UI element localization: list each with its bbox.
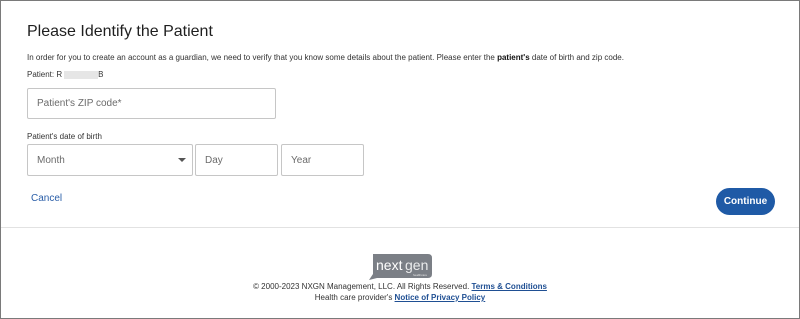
month-select[interactable]: Month xyxy=(27,144,193,176)
intro-text-start: In order for you to create an account as… xyxy=(27,53,498,62)
patient-name-end: B xyxy=(98,70,104,79)
privacy-line: Health care provider's Notice of Privacy… xyxy=(1,293,799,302)
day-field[interactable]: Day xyxy=(195,144,278,176)
logo-text-next: next xyxy=(376,257,403,273)
zip-code-placeholder: Patient's ZIP code* xyxy=(37,98,122,109)
terms-link[interactable]: Terms & Conditions xyxy=(472,282,547,291)
continue-button[interactable]: Continue xyxy=(716,188,775,215)
logo-subtext: healthcare xyxy=(413,273,427,277)
intro-text: In order for you to create an account as… xyxy=(27,53,624,62)
copyright-text: © 2000-2023 NXGN Management, LLC. All Ri… xyxy=(253,282,472,291)
redacted-name-block xyxy=(64,70,99,79)
month-placeholder: Month xyxy=(37,154,65,166)
copyright-line: © 2000-2023 NXGN Management, LLC. All Ri… xyxy=(1,282,799,291)
privacy-link[interactable]: Notice of Privacy Policy xyxy=(395,293,486,302)
day-placeholder: Day xyxy=(205,154,223,166)
year-field[interactable]: Year xyxy=(281,144,364,176)
dob-label: Patient's date of birth xyxy=(27,132,102,141)
logo-text-gen: gen xyxy=(405,257,428,273)
patient-name-start: R xyxy=(56,70,63,79)
nextgen-logo: next gen healthcare xyxy=(369,254,432,280)
provider-prefix: Health care provider's xyxy=(314,293,395,302)
chevron-down-icon xyxy=(178,158,186,162)
intro-text-end: date of birth and zip code. xyxy=(529,53,624,62)
patient-label: Patient: xyxy=(27,70,57,79)
intro-text-bold: patient's xyxy=(497,53,530,62)
patient-line: Patient: R B xyxy=(27,70,103,79)
zip-code-field[interactable]: Patient's ZIP code* xyxy=(27,88,276,119)
footer: next gen healthcare © 2000-2023 NXGN Man… xyxy=(1,228,799,318)
cancel-button[interactable]: Cancel xyxy=(31,193,62,204)
year-placeholder: Year xyxy=(291,154,312,166)
page-title: Please Identify the Patient xyxy=(27,23,213,40)
identify-patient-card: Please Identify the Patient In order for… xyxy=(1,1,799,227)
